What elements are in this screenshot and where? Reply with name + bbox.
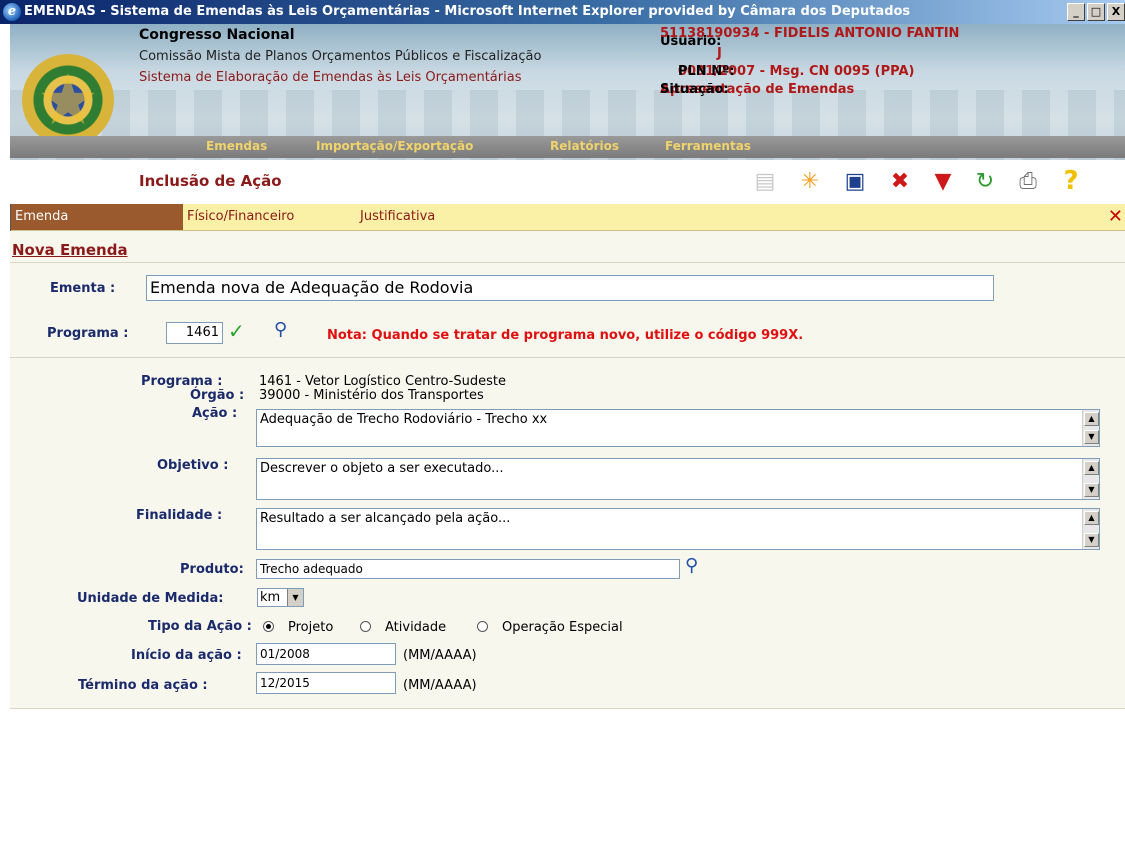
termino-label: Término da ação : (78, 678, 208, 693)
acao-label: Ação : (192, 406, 238, 421)
new-icon[interactable]: ✳ (795, 166, 825, 196)
document-icon[interactable]: ▤ (750, 166, 780, 196)
empty-area (10, 709, 1125, 844)
info-orgao-label: Órgão : (190, 388, 245, 403)
unidade-value: km (260, 590, 281, 605)
produto-label: Produto: (180, 562, 244, 577)
tipo-label: Tipo da Ação : (148, 619, 252, 634)
inicio-label: Início da ação : (131, 648, 242, 663)
ementa-input[interactable]: Emenda nova de Adequação de Rodovia (146, 275, 994, 301)
objetivo-textarea[interactable]: Descrever o objeto a ser executado... ▲ ▼ (256, 458, 1100, 500)
close-tab-icon[interactable]: ✕ (1108, 208, 1123, 226)
search-produto-icon[interactable]: ⚲ (685, 555, 698, 576)
form-area: Nova Emenda Ementa : Emenda nova de Adeq… (10, 231, 1125, 844)
save-icon[interactable]: ▣ (840, 166, 870, 196)
radio-operacao-especial[interactable] (477, 621, 488, 632)
divider (10, 262, 1125, 263)
finalidade-text: Resultado a ser alcançado pela ação... (260, 511, 511, 526)
user-value-continuation: J (717, 46, 722, 61)
programa-label: Programa : (47, 326, 129, 341)
maximize-button[interactable]: □ (1087, 3, 1105, 21)
national-seal-logo: ★ (22, 54, 114, 146)
radio-projeto[interactable] (263, 621, 274, 632)
minimize-button[interactable]: _ (1067, 3, 1085, 21)
menu-relatorios[interactable]: Relatórios (550, 139, 619, 153)
termino-format-hint: (MM/AAAA) (403, 678, 477, 693)
tab-bar: Emenda Físico/Financeiro Justificativa ✕ (10, 204, 1125, 231)
ementa-label: Ementa : (50, 281, 116, 296)
system-name: Sistema de Elaboração de Emendas às Leis… (139, 70, 522, 85)
window-title: EMENDAS - Sistema de Emendas às Leis Orç… (24, 4, 911, 19)
scrollbar[interactable]: ▲ ▼ (1082, 459, 1099, 499)
radio-operacao-especial-label: Operação Especial (502, 620, 623, 635)
scrollbar[interactable]: ▲ ▼ (1082, 509, 1099, 549)
committee-name: Comissão Mista de Planos Orçamentos Públ… (139, 49, 542, 64)
menu-emendas[interactable]: Emendas (206, 139, 267, 153)
checkmark-icon: ✓ (228, 319, 245, 343)
org-name: Congresso Nacional (139, 27, 295, 43)
situacao-label: Situação: (660, 82, 729, 97)
inicio-input[interactable]: 01/2008 (256, 643, 396, 665)
tab-justificativa[interactable]: Justificativa (355, 204, 530, 230)
page-toolbar: Inclusão de Ação ▤ ✳ ▣ ✖ ▼ ↻ ⎙ ? (10, 160, 1125, 205)
tab-fisico-financeiro[interactable]: Físico/Financeiro (182, 204, 357, 230)
window-controls: _ □ X (1067, 3, 1125, 21)
info-programa-value: 1461 - Vetor Logístico Centro-Sudeste (259, 374, 506, 389)
delete-icon[interactable]: ✖ (885, 166, 915, 196)
acao-text: Adequação de Trecho Rodoviário - Trecho … (260, 412, 548, 427)
radio-atividade-label: Atividade (385, 620, 447, 635)
search-icon[interactable]: ⚲ (274, 319, 287, 340)
filter-icon[interactable]: ▼ (928, 166, 958, 196)
program-note: Nota: Quando se tratar de programa novo,… (327, 328, 804, 343)
window-title-bar: e EMENDAS - Sistema de Emendas às Leis O… (0, 0, 1125, 24)
info-programa-label: Programa : (141, 374, 223, 389)
refresh-icon[interactable]: ↻ (970, 166, 1000, 196)
objetivo-label: Objetivo : (157, 458, 229, 473)
close-button[interactable]: X (1107, 3, 1125, 21)
produto-input[interactable]: Trecho adequado (256, 559, 680, 579)
finalidade-label: Finalidade : (136, 508, 223, 523)
print-icon[interactable]: ⎙ (1013, 166, 1043, 196)
help-icon[interactable]: ? (1056, 166, 1086, 196)
unidade-label: Unidade de Medida: (77, 591, 224, 606)
unidade-select[interactable]: km ▼ (257, 588, 304, 607)
tab-emenda[interactable]: Emenda (10, 204, 183, 230)
pln-label: PLN Nº: (678, 64, 735, 79)
divider (10, 357, 1125, 358)
programa-input[interactable]: 1461 (166, 322, 223, 344)
menu-ferramentas[interactable]: Ferramentas (665, 139, 751, 153)
finalidade-textarea[interactable]: Resultado a ser alcançado pela ação... ▲… (256, 508, 1100, 550)
radio-projeto-label: Projeto (288, 620, 334, 635)
app-header: ★ Congresso Nacional Comissão Mista de P… (10, 24, 1125, 160)
info-orgao-value: 39000 - Ministério dos Transportes (259, 388, 484, 403)
inicio-format-hint: (MM/AAAA) (403, 648, 477, 663)
radio-atividade[interactable] (360, 621, 371, 632)
ie-icon: e (3, 3, 21, 21)
page-title: Inclusão de Ação (139, 172, 282, 190)
section-title: Nova Emenda (12, 241, 128, 259)
objetivo-text: Descrever o objeto a ser executado... (260, 461, 504, 476)
scrollbar[interactable]: ▲ ▼ (1082, 410, 1099, 446)
chevron-down-icon: ▼ (287, 589, 303, 606)
user-value: 51138190934 - FIDELIS ANTONIO FANTIN (660, 26, 960, 41)
acao-textarea[interactable]: Adequação de Trecho Rodoviário - Trecho … (256, 409, 1100, 447)
termino-input[interactable]: 12/2015 (256, 672, 396, 694)
menu-importacao-exportacao[interactable]: Importação/Exportação (316, 139, 473, 153)
main-menu: Emendas Importação/Exportação Relatórios… (10, 136, 1125, 158)
